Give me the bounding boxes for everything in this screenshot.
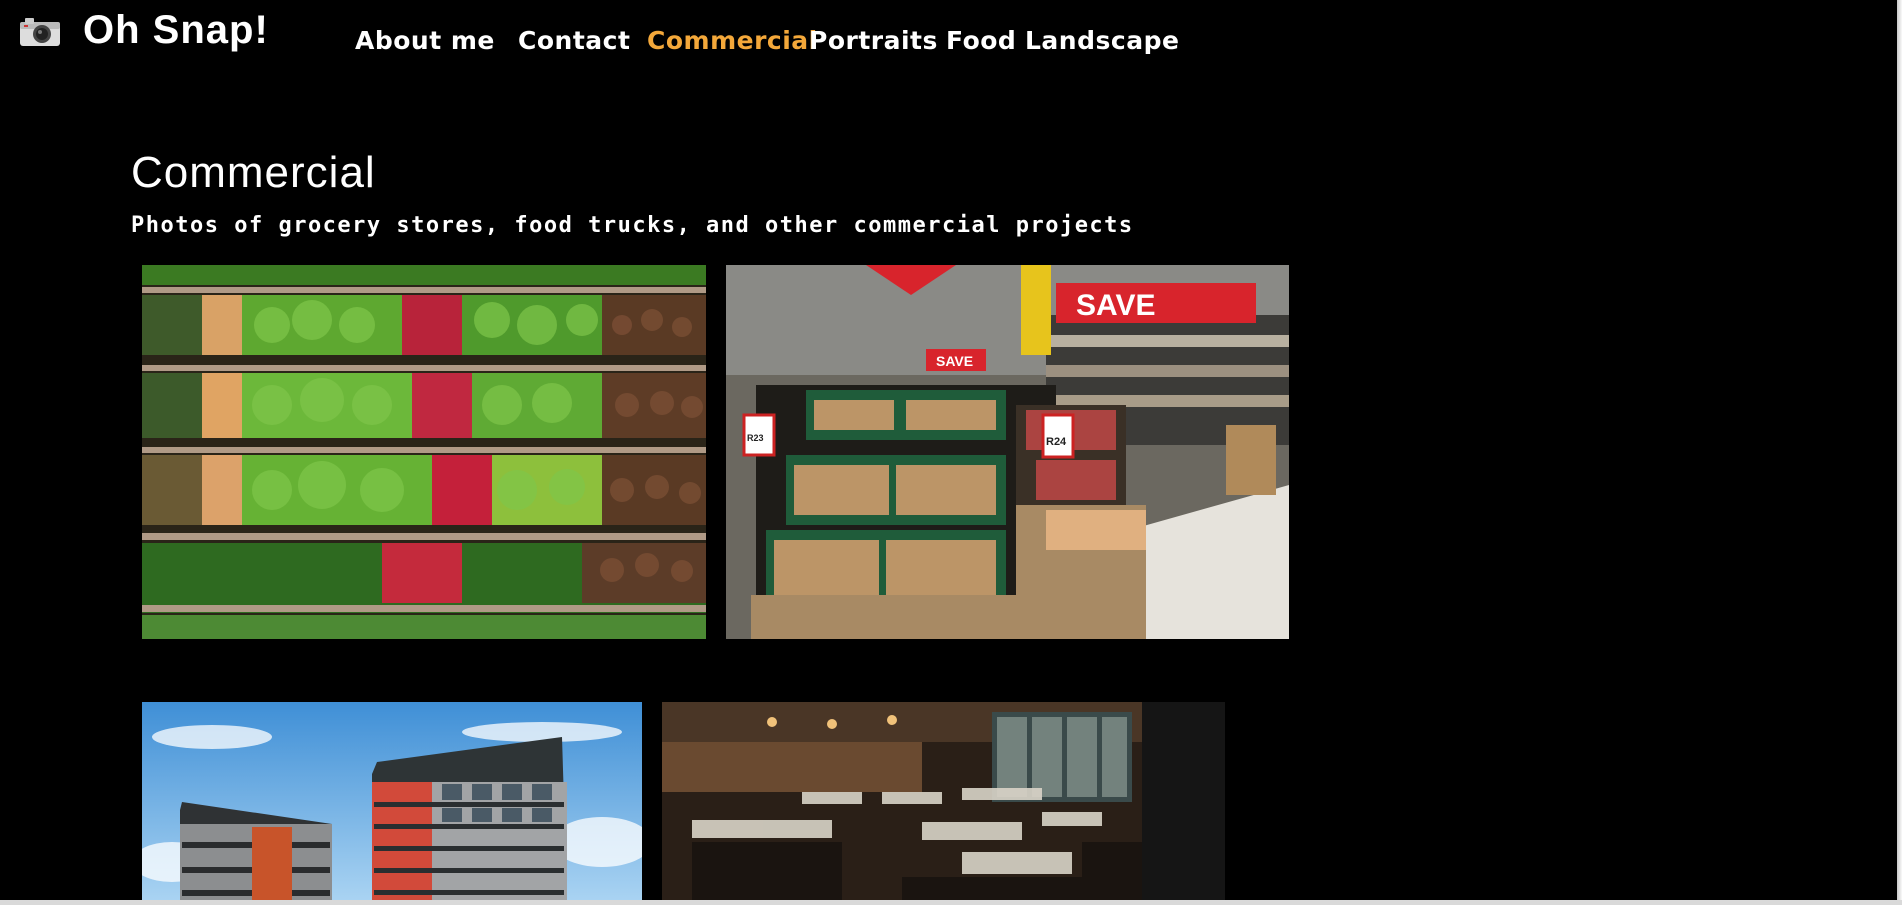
nav-landscape[interactable]: Landscape: [1025, 26, 1179, 55]
nav-food[interactable]: Food: [946, 26, 1016, 55]
camera-icon: [19, 15, 61, 47]
price-tag-r24: R24: [1046, 436, 1067, 448]
window-edge: [1897, 0, 1902, 905]
save-sign: SAVE: [1076, 289, 1155, 322]
nav-about-me[interactable]: About me: [355, 26, 495, 55]
photo-supermarket-aisle[interactable]: SAVE SAVE R24 R23: [726, 265, 1289, 639]
photo-restaurant-interior[interactable]: [662, 702, 1225, 900]
photo-produce-shelves[interactable]: [142, 265, 706, 639]
nav-portraits[interactable]: Portraits: [809, 26, 938, 55]
page-title: Commercial: [131, 148, 376, 197]
page-subtitle: Photos of grocery stores, food trucks, a…: [131, 213, 1134, 238]
nav-contact[interactable]: Contact: [518, 26, 630, 55]
price-tag-r23: R23: [747, 433, 764, 443]
photo-apartment-building[interactable]: [142, 702, 642, 900]
window-bottom-edge: [0, 900, 1902, 905]
nav-commercial[interactable]: Commercial: [647, 26, 818, 55]
site-title[interactable]: Oh Snap!: [83, 8, 269, 53]
save-small-sign: SAVE: [936, 353, 973, 369]
